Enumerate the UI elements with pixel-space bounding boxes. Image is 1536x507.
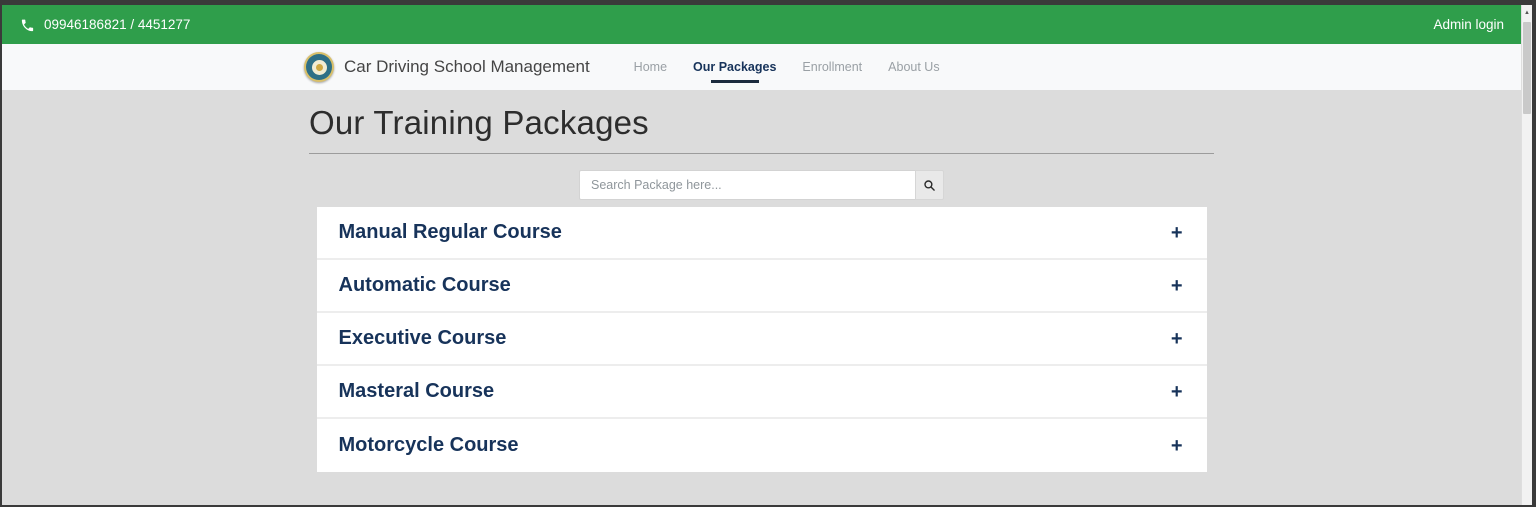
package-title: Automatic Course [338, 274, 511, 296]
search-bar [579, 170, 944, 200]
search-icon [923, 179, 936, 192]
navbar: Car Driving School Management Home Our P… [2, 44, 1521, 90]
expand-plus-icon[interactable]: + [1171, 276, 1183, 296]
brand-title: Car Driving School Management [344, 57, 590, 76]
accordion-item-manual-regular-course[interactable]: Manual Regular Course + [316, 207, 1207, 260]
nav-item-enrollment[interactable]: Enrollment [802, 60, 862, 74]
search-input[interactable] [579, 170, 915, 200]
package-title: Manual Regular Course [338, 221, 562, 243]
scrollbar-thumb[interactable] [1523, 22, 1531, 114]
expand-plus-icon[interactable]: + [1171, 436, 1183, 456]
phone-icon [20, 18, 35, 33]
admin-login-link[interactable]: Admin login [1433, 17, 1504, 32]
accordion-item-automatic-course[interactable]: Automatic Course + [316, 260, 1207, 313]
scroll-up-arrow-icon[interactable]: ▲ [1522, 5, 1532, 16]
title-divider [309, 153, 1214, 154]
packages-accordion: Manual Regular Course + Automatic Course… [316, 207, 1207, 472]
page-title: Our Training Packages [309, 104, 649, 141]
package-title: Executive Course [338, 327, 507, 349]
nav-links: Home Our Packages Enrollment About Us [608, 60, 940, 83]
browser-page: 09946186821 / 4451277 Admin login Car Dr… [2, 5, 1532, 505]
search-button[interactable] [915, 170, 944, 200]
package-title: Masteral Course [338, 380, 495, 402]
accordion-item-masteral-course[interactable]: Masteral Course + [316, 366, 1207, 419]
topbar-phone: 09946186821 / 4451277 [20, 17, 190, 32]
expand-plus-icon[interactable]: + [1171, 223, 1183, 243]
main-content: Our Training Packages Manual Regular Cou… [2, 90, 1521, 472]
accordion-item-motorcycle-course[interactable]: Motorcycle Course + [316, 419, 1207, 472]
expand-plus-icon[interactable]: + [1171, 329, 1183, 349]
scrollbar[interactable]: ▲ [1521, 5, 1532, 505]
accordion-item-executive-course[interactable]: Executive Course + [316, 313, 1207, 366]
expand-plus-icon[interactable]: + [1171, 382, 1183, 402]
brand[interactable]: Car Driving School Management [304, 52, 590, 82]
school-seal-icon [304, 52, 334, 82]
package-title: Motorcycle Course [338, 434, 519, 456]
nav-item-home[interactable]: Home [634, 60, 667, 74]
nav-item-about-us[interactable]: About Us [888, 60, 939, 74]
nav-item-our-packages[interactable]: Our Packages [693, 60, 776, 83]
topbar: 09946186821 / 4451277 Admin login [2, 5, 1521, 44]
phone-number: 09946186821 / 4451277 [44, 17, 191, 32]
